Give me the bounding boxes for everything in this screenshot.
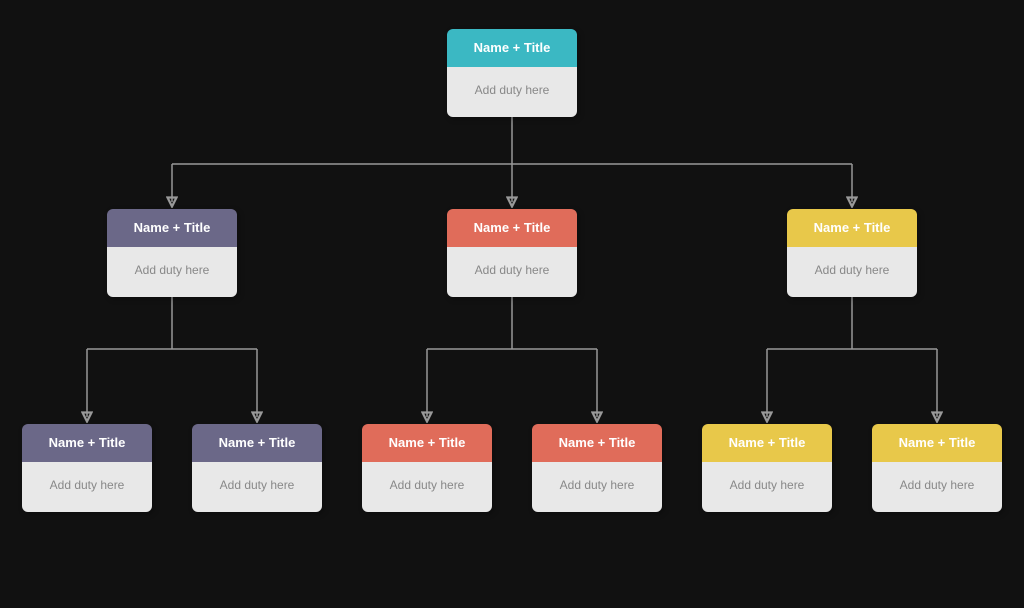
node-mid-right[interactable]: Name + Title Add duty here bbox=[787, 209, 917, 297]
org-chart: Name + Title Add duty here Name + Title … bbox=[12, 9, 1012, 599]
node-leaf-1-header: Name + Title bbox=[22, 424, 152, 462]
node-mid-left[interactable]: Name + Title Add duty here bbox=[107, 209, 237, 297]
node-leaf-5-header: Name + Title bbox=[702, 424, 832, 462]
node-leaf-2-label: Name + Title bbox=[219, 435, 296, 450]
node-leaf-4-header: Name + Title bbox=[532, 424, 662, 462]
node-leaf-2-header: Name + Title bbox=[192, 424, 322, 462]
node-mid-right-body: Add duty here bbox=[787, 247, 917, 297]
node-root-body: Add duty here bbox=[447, 67, 577, 117]
node-root-label: Name + Title bbox=[474, 40, 551, 55]
node-leaf-6-body: Add duty here bbox=[872, 462, 1002, 512]
node-leaf-3-body: Add duty here bbox=[362, 462, 492, 512]
node-leaf-5-body: Add duty here bbox=[702, 462, 832, 512]
node-leaf-6[interactable]: Name + Title Add duty here bbox=[872, 424, 1002, 512]
node-mid-center[interactable]: Name + Title Add duty here bbox=[447, 209, 577, 297]
node-mid-center-body: Add duty here bbox=[447, 247, 577, 297]
node-leaf-3-label: Name + Title bbox=[389, 435, 466, 450]
node-mid-left-header: Name + Title bbox=[107, 209, 237, 247]
node-leaf-1[interactable]: Name + Title Add duty here bbox=[22, 424, 152, 512]
node-leaf-4-duty: Add duty here bbox=[560, 478, 635, 492]
node-leaf-2-duty: Add duty here bbox=[220, 478, 295, 492]
node-root-header: Name + Title bbox=[447, 29, 577, 67]
node-mid-center-duty: Add duty here bbox=[475, 263, 550, 277]
node-leaf-6-header: Name + Title bbox=[872, 424, 1002, 462]
node-leaf-3-duty: Add duty here bbox=[390, 478, 465, 492]
node-leaf-2-body: Add duty here bbox=[192, 462, 322, 512]
node-leaf-5[interactable]: Name + Title Add duty here bbox=[702, 424, 832, 512]
node-leaf-3-header: Name + Title bbox=[362, 424, 492, 462]
node-mid-left-duty: Add duty here bbox=[135, 263, 210, 277]
node-mid-left-label: Name + Title bbox=[134, 220, 211, 235]
node-leaf-3[interactable]: Name + Title Add duty here bbox=[362, 424, 492, 512]
node-leaf-6-label: Name + Title bbox=[899, 435, 976, 450]
node-mid-right-label: Name + Title bbox=[814, 220, 891, 235]
node-leaf-4-label: Name + Title bbox=[559, 435, 636, 450]
node-mid-center-header: Name + Title bbox=[447, 209, 577, 247]
node-mid-right-duty: Add duty here bbox=[815, 263, 890, 277]
node-leaf-1-duty: Add duty here bbox=[50, 478, 125, 492]
node-leaf-2[interactable]: Name + Title Add duty here bbox=[192, 424, 322, 512]
node-leaf-5-label: Name + Title bbox=[729, 435, 806, 450]
node-root-duty: Add duty here bbox=[475, 83, 550, 97]
node-mid-center-label: Name + Title bbox=[474, 220, 551, 235]
node-leaf-1-body: Add duty here bbox=[22, 462, 152, 512]
node-leaf-4[interactable]: Name + Title Add duty here bbox=[532, 424, 662, 512]
node-leaf-4-body: Add duty here bbox=[532, 462, 662, 512]
node-leaf-1-label: Name + Title bbox=[49, 435, 126, 450]
node-mid-left-body: Add duty here bbox=[107, 247, 237, 297]
node-leaf-5-duty: Add duty here bbox=[730, 478, 805, 492]
node-root[interactable]: Name + Title Add duty here bbox=[447, 29, 577, 117]
node-mid-right-header: Name + Title bbox=[787, 209, 917, 247]
node-leaf-6-duty: Add duty here bbox=[900, 478, 975, 492]
